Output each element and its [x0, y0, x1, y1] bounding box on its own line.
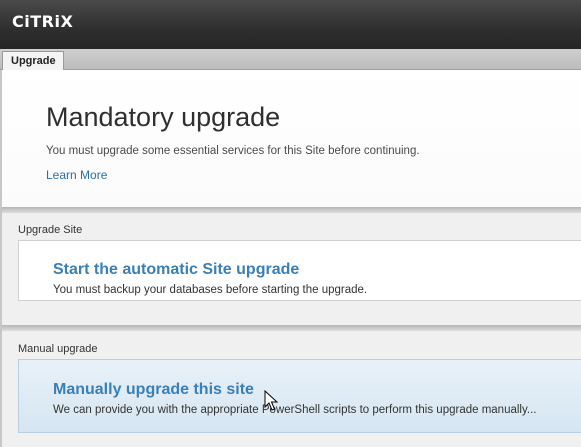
- intro-section: Mandatory upgrade You must upgrade some …: [2, 70, 581, 208]
- manual-upgrade-desc: We can provide you with the appropriate …: [53, 404, 537, 416]
- manual-upgrade-label: Manual upgrade: [18, 343, 98, 355]
- manual-upgrade-title: Manually upgrade this site: [53, 381, 254, 398]
- page-description: You must upgrade some essential services…: [46, 145, 420, 157]
- manual-upgrade-section: Manual upgrade Manually upgrade this sit…: [2, 331, 581, 447]
- automatic-upgrade-title: Start the automatic Site upgrade: [53, 261, 300, 278]
- main-content: Mandatory upgrade You must upgrade some …: [0, 70, 581, 447]
- learn-more-link[interactable]: Learn More: [46, 168, 107, 182]
- app-header: CiTRiX: [0, 0, 581, 49]
- automatic-upgrade-button[interactable]: Start the automatic Site upgrade You mus…: [18, 240, 581, 301]
- upgrade-site-label: Upgrade Site: [18, 224, 83, 236]
- upgrade-site-section: Upgrade Site Start the automatic Site up…: [2, 213, 581, 325]
- mouse-cursor-icon: [264, 390, 278, 411]
- citrix-logo: CiTRiX: [12, 12, 74, 31]
- manual-upgrade-button[interactable]: Manually upgrade this site We can provid…: [18, 359, 581, 433]
- page-title: Mandatory upgrade: [46, 102, 281, 132]
- tab-strip: Upgrade: [0, 49, 581, 70]
- automatic-upgrade-desc: You must backup your databases before st…: [53, 284, 368, 296]
- tab-upgrade[interactable]: Upgrade: [2, 51, 64, 70]
